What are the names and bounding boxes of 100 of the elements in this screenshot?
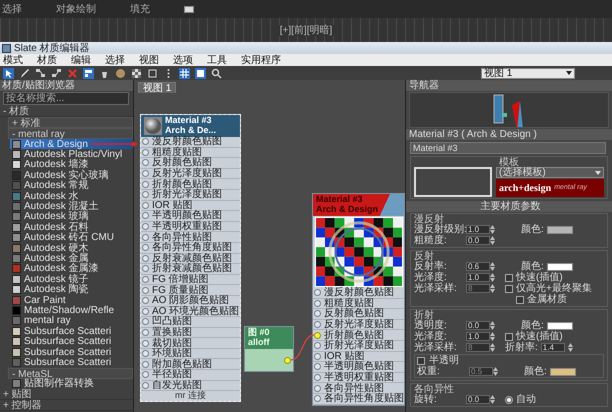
browser-item[interactable]: Autodesk 石料 [10, 222, 133, 233]
spinner-arrows-icon[interactable] [493, 367, 498, 376]
menu-item[interactable]: 选项 [173, 54, 193, 66]
input-socket-icon[interactable] [314, 384, 321, 392]
browser-item[interactable]: Autodesk 金属漆 [10, 264, 133, 274]
browser-item[interactable]: Subsurface Scatteri [10, 346, 133, 358]
category-header[interactable]: - mental ray [8, 128, 133, 139]
input-socket-icon[interactable] [142, 159, 149, 166]
browser-item[interactable]: Autodesk 墙漆 [10, 160, 133, 170]
input-socket-icon[interactable] [142, 138, 149, 146]
menu-item[interactable]: 视图 [139, 54, 159, 66]
material-node[interactable] [140, 114, 241, 402]
input-socket-icon[interactable] [314, 363, 321, 370]
input-socket-icon[interactable] [142, 328, 149, 336]
browser-item[interactable]: Autodesk 硬木 [10, 242, 133, 254]
browser-item[interactable]: Autodesk 陶瓷 [10, 284, 133, 295]
map-node[interactable]: 图 #0 alloff [244, 326, 294, 372]
input-socket-icon[interactable] [142, 202, 149, 209]
input-socket-icon[interactable] [142, 148, 149, 156]
name-field[interactable]: Material #3 [410, 142, 606, 154]
spinner-field[interactable]: 1.0 [466, 273, 490, 282]
input-socket-icon[interactable] [142, 276, 149, 284]
input-socket-icon[interactable] [314, 332, 321, 339]
spinner-field[interactable]: 0.0 [466, 321, 490, 330]
radio-button[interactable] [505, 396, 513, 404]
color-swatch[interactable] [546, 226, 573, 234]
spinner-field[interactable]: 1.0 [466, 332, 490, 341]
spinner-arrows-icon[interactable] [490, 332, 495, 341]
browser-item[interactable]: Autodesk 混凝土 [10, 201, 133, 212]
spinner-arrows-icon[interactable] [490, 284, 495, 293]
input-socket-icon[interactable] [142, 234, 149, 241]
browser-item[interactable]: Matte/Shadow/Refle [10, 305, 133, 316]
input-socket-icon[interactable] [314, 289, 321, 296]
menu-label[interactable]: 选择 [2, 4, 22, 14]
browser-item[interactable]: Arch & Design [10, 139, 133, 150]
input-socket-icon[interactable] [142, 308, 149, 315]
input-socket-icon[interactable] [142, 265, 149, 272]
template-list[interactable] [414, 167, 492, 197]
sphere-icon[interactable] [115, 68, 126, 78]
delete-icon[interactable] [67, 68, 78, 78]
menu-label[interactable]: 填充 [130, 4, 150, 14]
menu-item[interactable]: 选择 [105, 54, 125, 66]
view-dropdown[interactable]: 视图 1 [481, 68, 575, 78]
spinner-field[interactable]: 0.6 [466, 262, 490, 271]
input-socket-icon[interactable] [314, 374, 321, 382]
input-socket-icon[interactable] [142, 340, 149, 347]
browser-item[interactable]: 贴图制作器转换 [10, 378, 133, 389]
color-swatch[interactable] [546, 322, 573, 330]
browser-item[interactable]: Autodesk 镜子 [10, 274, 133, 284]
input-socket-icon[interactable] [142, 382, 149, 389]
browser-item[interactable]: Subsurface Scatteri [10, 357, 133, 368]
input-socket-icon[interactable] [314, 321, 321, 328]
browser-item[interactable]: Subsurface Scatteri [10, 326, 133, 336]
input-socket-icon[interactable] [314, 300, 321, 307]
input-socket-icon[interactable] [314, 395, 321, 402]
spinner-arrows-icon[interactable] [490, 262, 495, 271]
grid-icon[interactable] [179, 68, 190, 78]
browser-item[interactable]: mental ray [10, 316, 133, 326]
canvas-tab[interactable]: 视图 1 [138, 82, 176, 93]
category-header[interactable]: + 控制器 [0, 400, 133, 411]
category-header[interactable]: - MetaSL [8, 368, 133, 379]
spinner-field[interactable]: 1.0 [466, 225, 490, 234]
input-socket-icon[interactable] [314, 342, 321, 350]
spinner-arrows-icon[interactable] [490, 343, 495, 352]
spinner-arrows-icon[interactable] [490, 225, 495, 234]
input-socket-icon[interactable] [142, 371, 149, 378]
viewport-label[interactable]: [+][前][明暗] [278, 24, 334, 36]
spinner-field[interactable]: 0.0 [466, 236, 490, 245]
output-socket-icon[interactable] [284, 356, 291, 364]
input-socket-icon[interactable] [142, 180, 149, 188]
spinner-arrows-icon[interactable] [490, 395, 495, 404]
search-field[interactable]: 按名称搜索... [3, 92, 129, 105]
material-node[interactable]: Material #3 Arch & Design 漫反射颜色贴图 粗糙度贴图 反射颜色贴图 反射光泽度贴图 折射颜色贴图 折射光泽度贴图 IOR 贴图 半透明颜色贴图 半透明权重贴图 各向异性贴图 各向异性角度贴图 [312, 193, 405, 406]
category-header[interactable]: + 贴图 [0, 388, 133, 400]
color-swatch[interactable] [546, 262, 573, 270]
input-socket-icon[interactable] [314, 310, 321, 318]
menu-item[interactable]: 编辑 [71, 54, 91, 66]
browser-item[interactable]: Autodesk 常规 [10, 180, 133, 191]
browser-item[interactable]: Autodesk 实心玻璃 [10, 170, 133, 181]
browser-item[interactable]: Autodesk 砖石 CMU [10, 232, 133, 243]
checkbox[interactable] [505, 274, 513, 282]
menu-item[interactable]: 模式 [3, 54, 23, 66]
input-socket-icon[interactable] [142, 191, 149, 198]
browser-item[interactable]: Autodesk 金属 [10, 253, 133, 264]
input-socket-icon[interactable] [142, 254, 149, 262]
browser-item[interactable]: Autodesk Plastic/Vinyl [10, 149, 133, 160]
template-dropdown[interactable]: (选择模板) [496, 167, 604, 178]
nodes-icon[interactable] [51, 68, 62, 78]
spinner-arrows-icon[interactable] [490, 321, 495, 330]
browser-item[interactable]: Autodesk 水 [10, 190, 133, 202]
browser-item[interactable]: Car Paint [10, 294, 133, 306]
select-icon[interactable] [3, 68, 14, 78]
spinner-field[interactable]: 0.0 [466, 395, 490, 404]
spinner-arrows-icon[interactable] [490, 236, 495, 245]
checkbox[interactable] [417, 356, 425, 364]
menu-label[interactable]: 对象绘制 [56, 4, 96, 14]
input-socket-icon[interactable] [142, 212, 149, 220]
spinner-arrows-icon[interactable] [490, 273, 495, 282]
input-socket-icon[interactable] [142, 244, 149, 252]
input-socket-icon[interactable] [142, 350, 149, 358]
